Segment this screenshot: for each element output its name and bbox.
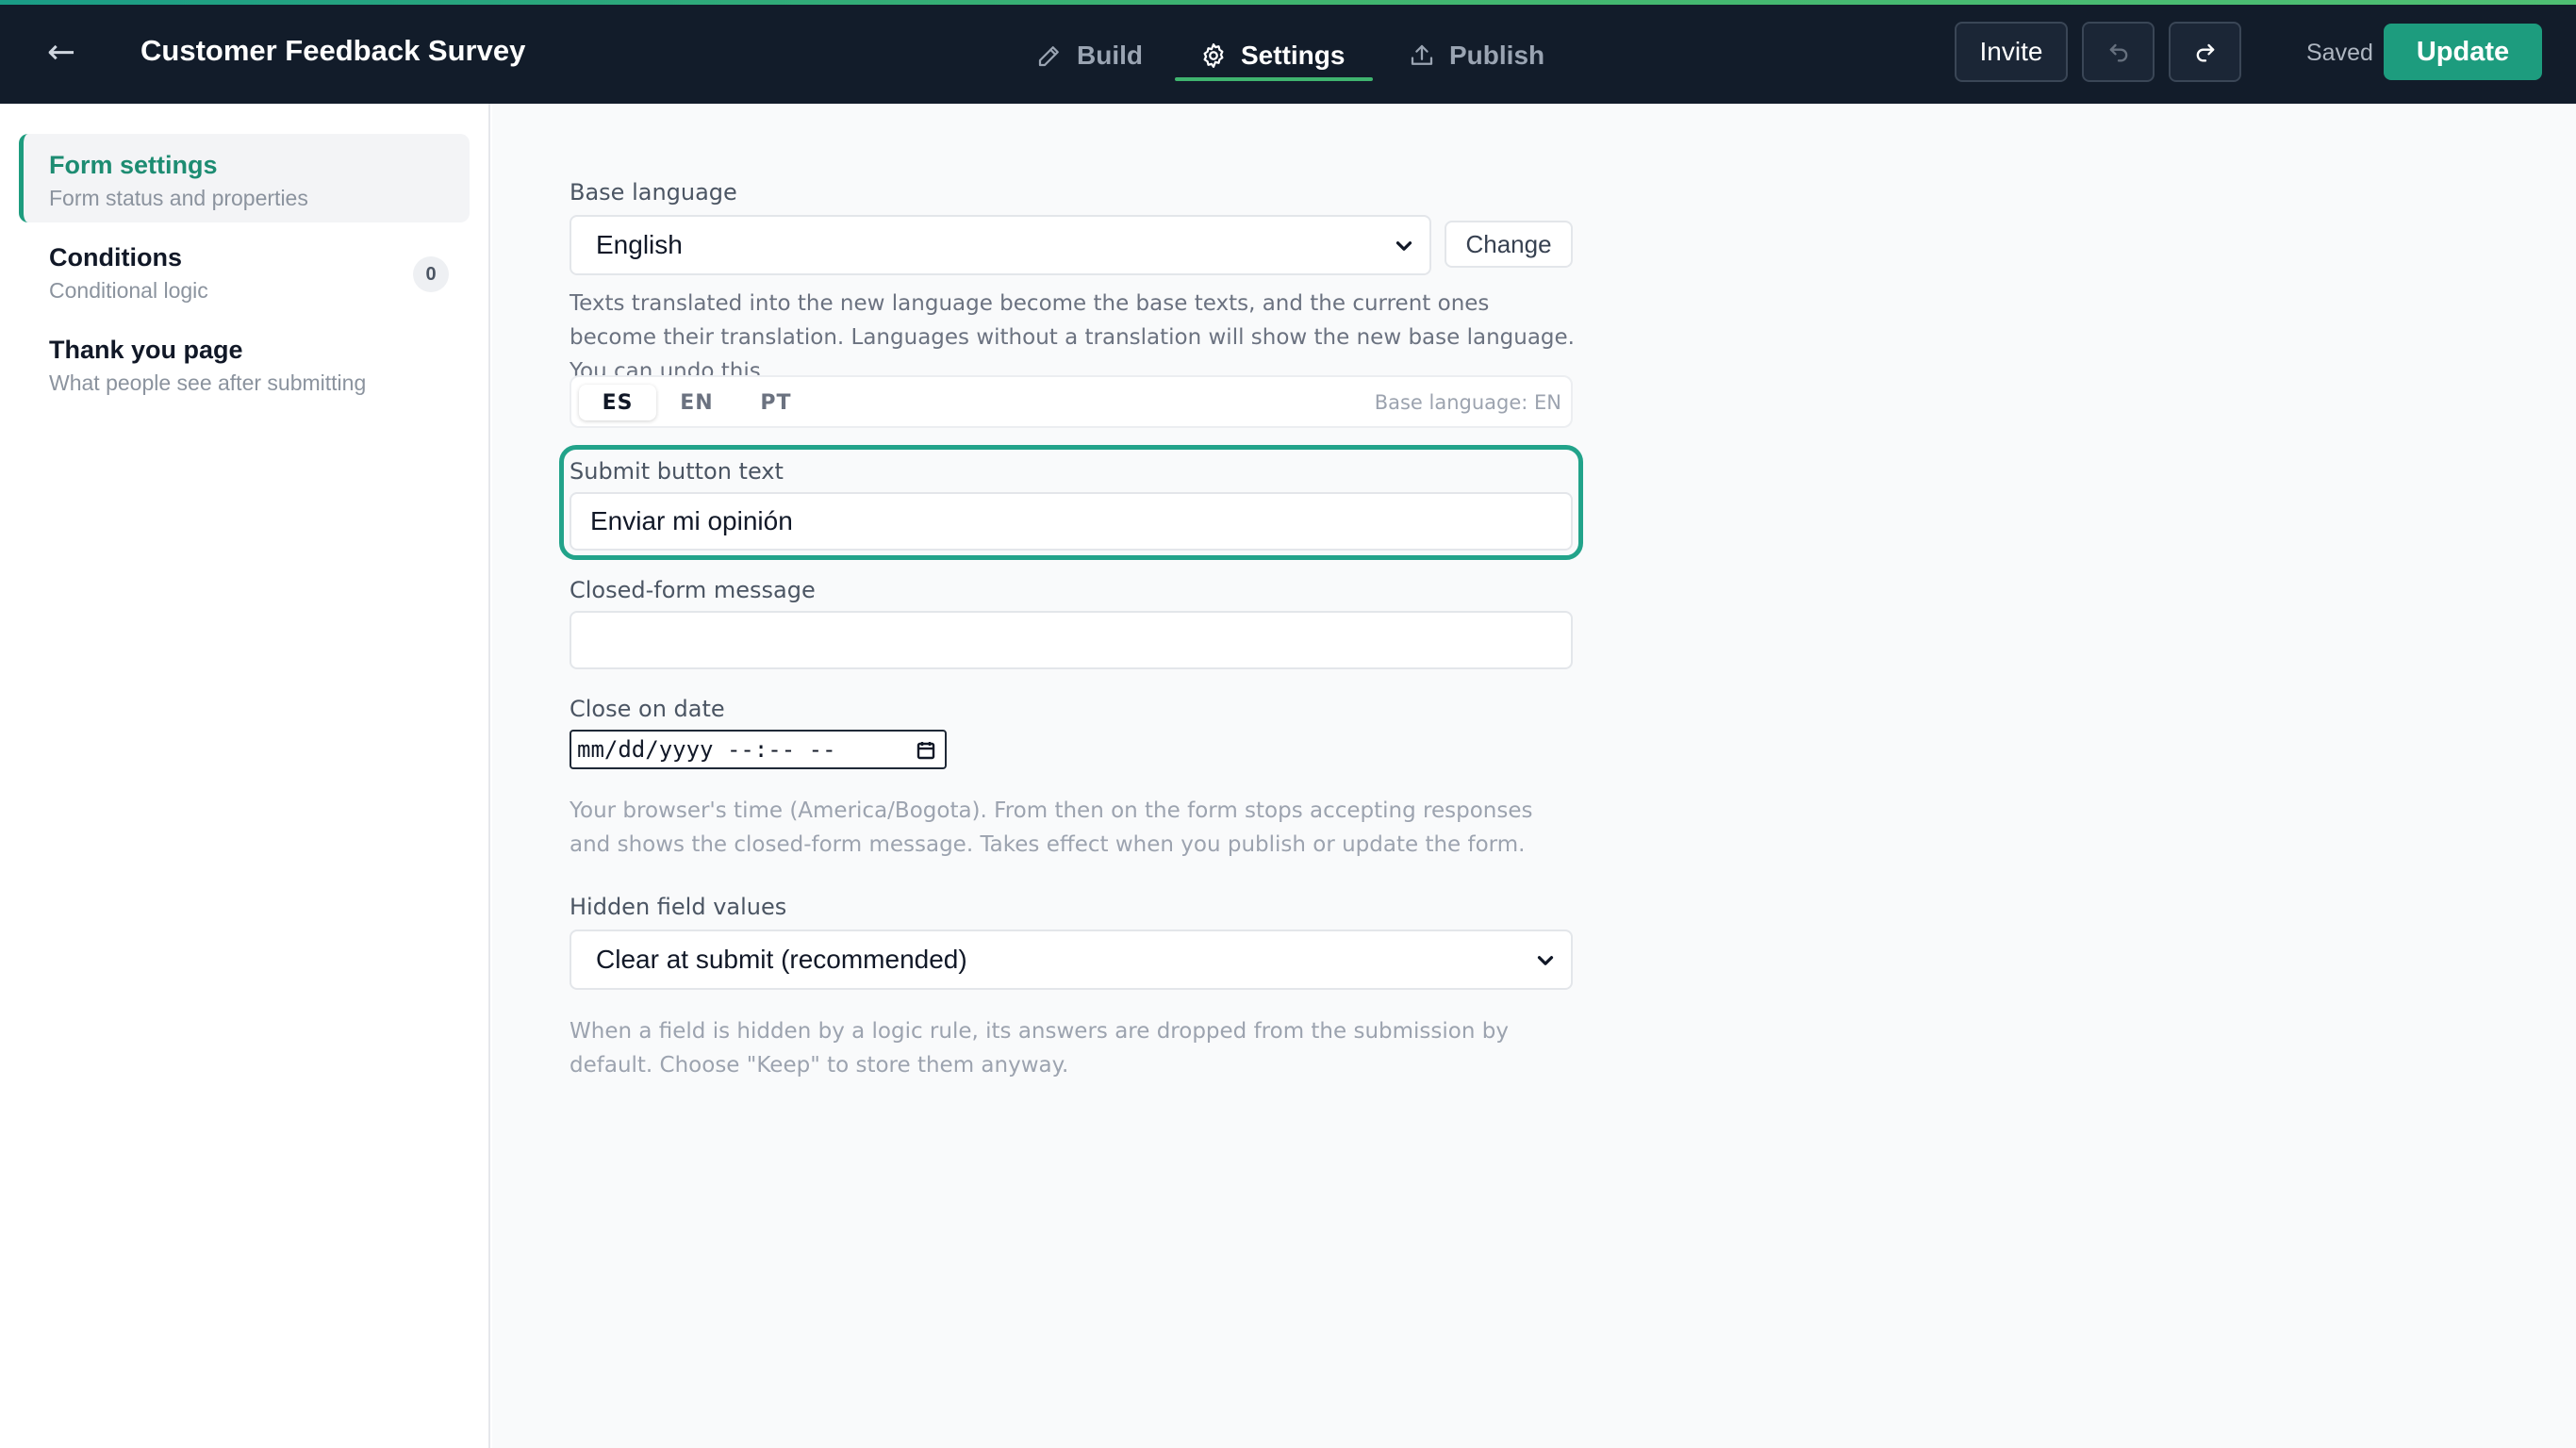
hidden-field-values-label: Hidden field values: [570, 894, 787, 920]
closed-form-message-input[interactable]: [570, 611, 1573, 669]
undo-icon: [2109, 43, 2127, 62]
upload-icon: [1411, 44, 1433, 65]
submit-button-text-input[interactable]: Enviar mi opinión: [570, 492, 1573, 551]
close-on-date-label: Close on date: [570, 696, 725, 722]
tab-settings[interactable]: Settings: [1199, 28, 1345, 83]
top-accent-line: [0, 0, 2576, 5]
base-language-select[interactable]: English: [570, 215, 1431, 275]
tab-build[interactable]: Build: [1035, 28, 1143, 83]
sidebar-item-thank-you-page[interactable]: Thank you page What people see after sub…: [19, 319, 470, 407]
hidden-field-values-select[interactable]: Clear at submit (recommended): [570, 930, 1573, 990]
pencil-icon: [1038, 46, 1059, 67]
base-language-value: English: [596, 230, 683, 259]
sidebar-item-sub: What people see after submitting: [49, 370, 367, 395]
base-language-label: Base language: [570, 179, 737, 206]
update-button[interactable]: Update: [2384, 24, 2542, 80]
back-arrow-icon[interactable]: ←: [47, 34, 85, 72]
settings-sidebar: Form settings Form status and properties…: [0, 104, 490, 1448]
language-tabs: ES EN PT Base language: EN: [570, 375, 1573, 428]
tab-settings-label: Settings: [1241, 41, 1346, 70]
language-tab-en[interactable]: EN: [658, 385, 735, 420]
sidebar-item-label: Form settings: [49, 151, 218, 179]
calendar-icon[interactable]: [915, 739, 937, 762]
base-language-help: Texts translated into the new language b…: [570, 291, 1575, 384]
chevron-down-icon: [1537, 956, 1554, 965]
close-date-help: Your browser's time (America/Bogota). Fr…: [570, 798, 1533, 857]
tab-publish[interactable]: Publish: [1408, 28, 1544, 83]
sidebar-item-label: Thank you page: [49, 336, 243, 364]
sidebar-item-label: Conditions: [49, 243, 182, 272]
form-title: Customer Feedback Survey: [140, 34, 526, 67]
base-language-note: Base language: EN: [1374, 391, 1561, 414]
conditions-count-badge: 0: [413, 256, 449, 292]
tab-build-label: Build: [1077, 41, 1143, 70]
invite-button[interactable]: Invite: [1955, 22, 2068, 82]
change-language-button[interactable]: Change: [1445, 221, 1573, 268]
redo-button[interactable]: [2169, 22, 2241, 82]
undo-button[interactable]: [2082, 22, 2155, 82]
active-tab-indicator: [1175, 77, 1373, 81]
chevron-down-icon: [1395, 241, 1412, 251]
sidebar-item-sub: Form status and properties: [49, 186, 308, 210]
top-bar: ← Customer Feedback Survey Build Setting…: [0, 0, 2576, 104]
hidden-field-values-help: When a field is hidden by a logic rule, …: [570, 1019, 1509, 1078]
language-tab-es[interactable]: ES: [579, 385, 656, 420]
closed-form-message-label: Closed-form message: [570, 577, 816, 603]
tab-publish-label: Publish: [1449, 41, 1545, 70]
language-tab-pt[interactable]: PT: [737, 385, 815, 420]
sidebar-item-conditions[interactable]: Conditions Conditional logic 0: [19, 226, 470, 315]
hidden-field-values-value: Clear at submit (recommended): [596, 945, 967, 974]
saved-status: Saved: [2306, 40, 2373, 66]
sidebar-item-sub: Conditional logic: [49, 278, 208, 303]
redo-icon: [2196, 43, 2214, 62]
close-date-value: mm/dd/yyyy --:-- --: [577, 736, 836, 763]
close-date-input[interactable]: mm/dd/yyyy --:-- --: [570, 730, 947, 769]
sidebar-item-form-settings[interactable]: Form settings Form status and properties: [19, 134, 470, 222]
submit-button-text-label: Submit button text: [570, 458, 784, 485]
gear-icon: [1203, 43, 1224, 68]
